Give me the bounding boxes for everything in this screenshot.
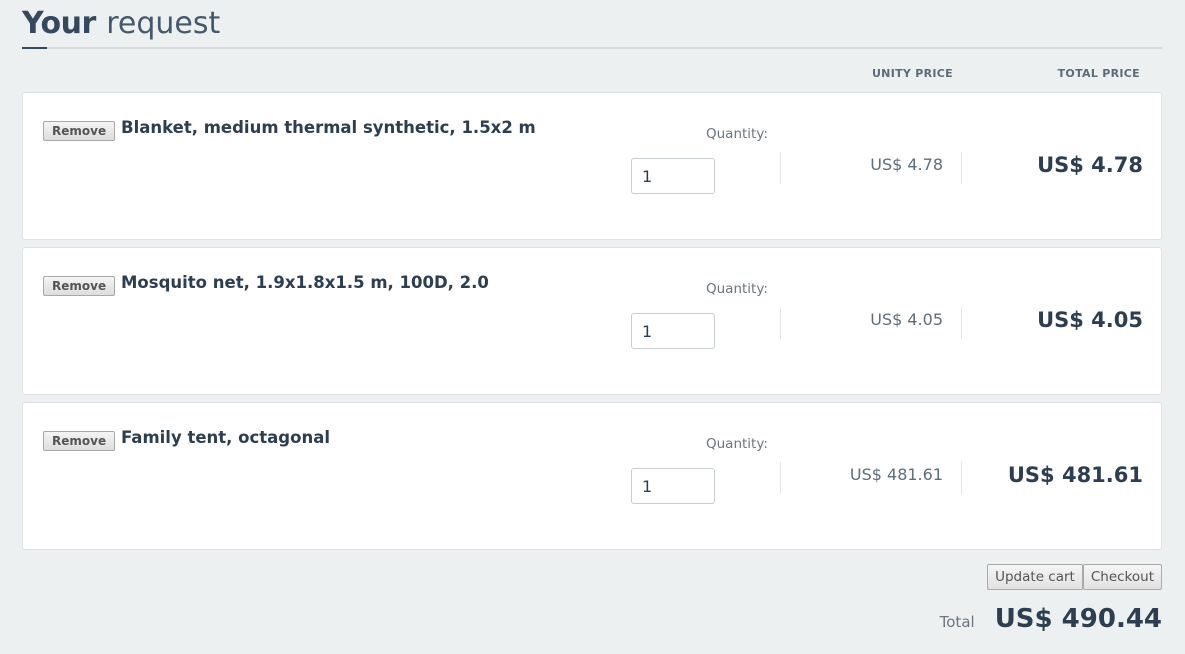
quantity-input[interactable] [631, 158, 715, 194]
unit-price: US$ 481.61 [849, 465, 943, 484]
cart-item: Remove Blanket, medium thermal synthetic… [22, 92, 1162, 240]
quantity-input[interactable] [631, 313, 715, 349]
title-divider [22, 47, 1162, 49]
quantity-input[interactable] [631, 468, 715, 504]
page-title-light: request [106, 6, 221, 41]
title-divider-accent [22, 47, 47, 49]
quantity-label: Quantity: [706, 126, 768, 142]
column-divider [780, 307, 781, 339]
remove-button[interactable]: Remove [43, 121, 116, 141]
column-divider [961, 307, 962, 339]
checkout-button[interactable]: Checkout [1082, 564, 1162, 590]
total-label: Total [939, 613, 975, 631]
total-value: US$ 490.44 [994, 604, 1162, 634]
item-name: Family tent, octagonal [121, 428, 330, 447]
page-title-bold: Your [22, 6, 96, 41]
column-header-unit-price: UNITY PRICE [871, 67, 953, 80]
quantity-label: Quantity: [706, 436, 768, 452]
column-divider [780, 152, 781, 184]
cart-item: Remove Family tent, octagonal Quantity: … [22, 402, 1162, 550]
update-cart-button[interactable]: Update cart [987, 564, 1083, 590]
column-divider [780, 462, 781, 494]
cart-total: Total US$ 490.44 [940, 604, 1162, 634]
remove-button[interactable]: Remove [43, 276, 116, 296]
column-divider [961, 462, 962, 494]
column-header-total-price: TOTAL PRICE [1057, 67, 1140, 80]
cart-items-list: Remove Blanket, medium thermal synthetic… [22, 92, 1162, 557]
page-title: Your request [22, 4, 220, 44]
item-total-price: US$ 4.05 [1037, 308, 1143, 332]
cart-page: Your request UNITY PRICE TOTAL PRICE Rem… [0, 0, 1185, 654]
unit-price: US$ 4.78 [870, 155, 943, 174]
item-name: Blanket, medium thermal synthetic, 1.5x2… [121, 118, 536, 137]
item-total-price: US$ 4.78 [1037, 153, 1143, 177]
column-divider [961, 152, 962, 184]
item-total-price: US$ 481.61 [1007, 463, 1143, 487]
item-name: Mosquito net, 1.9x1.8x1.5 m, 100D, 2.0 [121, 273, 489, 292]
quantity-label: Quantity: [706, 281, 768, 297]
cart-item: Remove Mosquito net, 1.9x1.8x1.5 m, 100D… [22, 247, 1162, 395]
remove-button[interactable]: Remove [43, 431, 116, 451]
cart-actions: Update cart Checkout [987, 564, 1162, 590]
unit-price: US$ 4.05 [870, 310, 943, 329]
